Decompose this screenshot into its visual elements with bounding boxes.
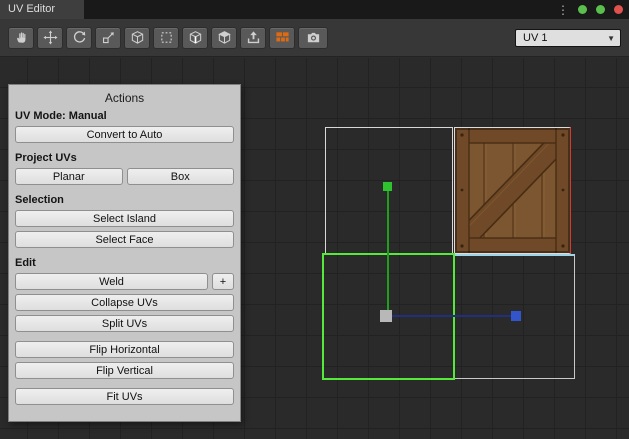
kebab-menu-icon[interactable]: ⋮ xyxy=(557,4,569,16)
flip-vertical-button[interactable]: Flip Vertical xyxy=(15,362,234,379)
maximize-button[interactable] xyxy=(596,5,605,14)
green-connector-line xyxy=(387,189,389,316)
actions-panel: Actions UV Mode: Manual Convert to Auto … xyxy=(8,84,241,422)
flip-horizontal-button[interactable]: Flip Horizontal xyxy=(15,341,234,358)
uv-quad-textured[interactable] xyxy=(454,127,571,254)
texture-bricks-icon xyxy=(275,30,290,45)
export-uv-button[interactable] xyxy=(240,27,266,49)
window-title: UV Editor xyxy=(8,3,55,15)
toolbar: UV 1 ▼ xyxy=(0,19,629,57)
blue-vertex-handle[interactable] xyxy=(511,311,521,321)
green-vertex-handle[interactable] xyxy=(383,182,392,191)
move-tool-button[interactable] xyxy=(37,27,63,49)
cube-face-mode-icon xyxy=(217,30,232,45)
cube-object-mode-icon xyxy=(130,30,145,45)
blue-connector-line xyxy=(388,315,516,317)
scale-tool-icon xyxy=(101,30,116,45)
uv-mode-label: UV Mode: Manual xyxy=(15,110,234,122)
vertex-mode-button[interactable] xyxy=(153,27,179,49)
camera-icon xyxy=(305,30,322,45)
section-selection: Selection xyxy=(15,194,234,206)
panel-title: Actions xyxy=(15,91,234,105)
planar-button[interactable]: Planar xyxy=(15,168,123,185)
uv-editor-window: UV Editor ⋮ xyxy=(0,0,629,439)
edge-mode-button[interactable] xyxy=(182,27,208,49)
tab-uv-editor[interactable]: UV Editor xyxy=(0,0,84,19)
rotate-tool-icon xyxy=(72,30,87,45)
pan-tool-button[interactable] xyxy=(8,27,34,49)
minimize-button[interactable] xyxy=(578,5,587,14)
pan-tool-icon xyxy=(14,30,29,45)
camera-screenshot-button[interactable] xyxy=(298,27,328,49)
select-island-button[interactable]: Select Island xyxy=(15,210,234,227)
export-uv-icon xyxy=(246,30,261,45)
weld-button[interactable]: Weld xyxy=(15,273,208,290)
box-button[interactable]: Box xyxy=(127,168,235,185)
scale-tool-button[interactable] xyxy=(95,27,121,49)
split-uvs-button[interactable]: Split UVs xyxy=(15,315,234,332)
convert-to-auto-button[interactable]: Convert to Auto xyxy=(15,126,234,143)
weld-settings-button[interactable]: + xyxy=(212,273,234,290)
collapse-uvs-button[interactable]: Collapse UVs xyxy=(15,294,234,311)
fit-uvs-button[interactable]: Fit UVs xyxy=(15,388,234,405)
titlebar: UV Editor ⋮ xyxy=(0,0,629,19)
texture-preview-button[interactable] xyxy=(269,27,295,49)
face-mode-button[interactable] xyxy=(211,27,237,49)
uv-channel-value: UV 1 xyxy=(523,32,547,44)
marquee-vertex-mode-icon xyxy=(159,30,174,45)
close-button[interactable] xyxy=(614,5,623,14)
selected-vertex-handle[interactable] xyxy=(380,310,392,322)
object-mode-button[interactable] xyxy=(124,27,150,49)
section-project-uvs: Project UVs xyxy=(15,152,234,164)
section-edit: Edit xyxy=(15,257,234,269)
cube-edge-mode-icon xyxy=(188,30,203,45)
uv-channel-dropdown[interactable]: UV 1 ▼ xyxy=(515,29,621,47)
move-tool-icon xyxy=(43,30,58,45)
chevron-down-icon: ▼ xyxy=(607,34,615,43)
wooden-crate-texture xyxy=(455,128,570,253)
rotate-tool-button[interactable] xyxy=(66,27,92,49)
select-face-button[interactable]: Select Face xyxy=(15,231,234,248)
window-controls: ⋮ xyxy=(557,0,623,19)
